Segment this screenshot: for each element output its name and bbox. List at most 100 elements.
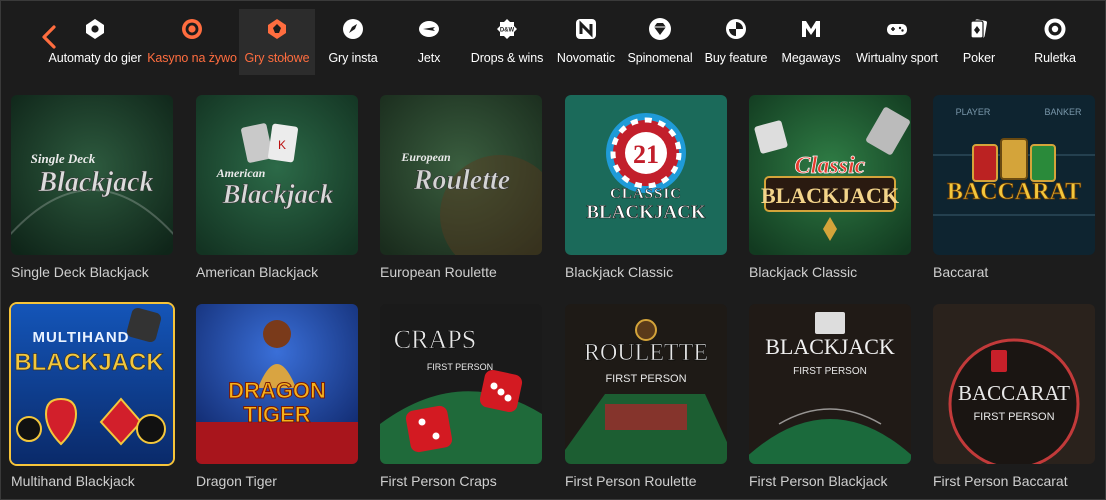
tab-label: Drops & wins bbox=[470, 51, 544, 65]
game-title: Blackjack Classic bbox=[749, 264, 858, 280]
svg-text:CLASSIC: CLASSIC bbox=[610, 186, 682, 202]
svg-text:MULTIHAND: MULTIHAND bbox=[32, 329, 129, 346]
svg-text:Blackjack: Blackjack bbox=[222, 179, 334, 209]
game-artwork: Classic BLACKJACK bbox=[749, 95, 911, 255]
game-thumbnail[interactable]: BLACKJACK FIRST PERSON bbox=[749, 304, 911, 464]
tab-kasyno-na-żywo[interactable]: Kasyno na żywo bbox=[145, 9, 239, 75]
game-artwork: MULTIHAND BLACKJACK bbox=[11, 304, 173, 464]
tab-label: Megaways bbox=[781, 51, 841, 65]
game-artwork: EuropeanRoulette bbox=[380, 95, 542, 255]
rocket-icon bbox=[341, 17, 365, 41]
svg-text:BACCARAT: BACCARAT bbox=[958, 381, 1070, 405]
table-games-icon bbox=[265, 17, 289, 41]
game-title: First Person Blackjack bbox=[749, 473, 888, 489]
megaways-icon bbox=[799, 17, 823, 41]
tab-automaty-do-gier[interactable]: Automaty do gier bbox=[45, 9, 145, 75]
tab-jetx[interactable]: Jetx bbox=[391, 9, 467, 75]
game-thumbnail[interactable]: PLAYER BANKER BACCARAT bbox=[933, 95, 1095, 255]
game-card[interactable]: BLACKJACK FIRST PERSON First Person Blackj… bbox=[749, 304, 911, 489]
svg-text:FIRST PERSON: FIRST PERSON bbox=[793, 366, 867, 377]
game-artwork: ROULETTE FIRST PERSON bbox=[565, 304, 727, 464]
game-thumbnail[interactable]: 21 CLASSIC BLACKJACK bbox=[565, 95, 727, 255]
svg-text:ROULETTE: ROULETTE bbox=[584, 340, 708, 366]
game-thumbnail[interactable]: DRAGON TIGER bbox=[196, 304, 358, 464]
tab-spinomenal[interactable]: Spinomenal bbox=[625, 9, 695, 75]
game-title: Blackjack Classic bbox=[565, 264, 674, 280]
svg-text:Blackjack: Blackjack bbox=[37, 167, 153, 198]
category-tabs: Automaty do gier Kasyno na żywo Gry stołow… bbox=[45, 9, 1105, 75]
game-card[interactable]: PLAYER BANKER BACCARAT Baccarat bbox=[933, 95, 1095, 280]
roulette-wheel-icon bbox=[1043, 17, 1067, 41]
game-artwork: PLAYER BANKER BACCARAT bbox=[933, 95, 1095, 255]
game-thumbnail[interactable]: Single Deck Blackjack bbox=[11, 95, 173, 255]
svg-text:BLACKJACK: BLACKJACK bbox=[765, 334, 895, 359]
game-card[interactable]: Single Deck Blackjack Single Deck Blackjac… bbox=[11, 95, 173, 280]
tab-poker[interactable]: Poker bbox=[949, 9, 1009, 75]
tab-ruletka[interactable]: Ruletka bbox=[1009, 9, 1101, 75]
game-artwork: CRAPS FIRST PERSON bbox=[380, 304, 542, 464]
tab-label: Jetx bbox=[417, 51, 441, 65]
tab-drops-wins[interactable]: D&W Drops & wins bbox=[467, 9, 547, 75]
live-casino-icon bbox=[180, 17, 204, 41]
game-thumbnail[interactable]: BACCARAT FIRST PERSON bbox=[933, 304, 1095, 464]
tab-label: Gry stołowe bbox=[244, 51, 310, 65]
game-title: Multihand Blackjack bbox=[11, 473, 135, 489]
svg-text:CRAPS: CRAPS bbox=[394, 325, 476, 354]
game-artwork: BLACKJACK FIRST PERSON bbox=[749, 304, 911, 464]
game-thumbnail[interactable]: K American Blackjack bbox=[196, 95, 358, 255]
game-card[interactable]: Classic BLACKJACK Blackjack Classic bbox=[749, 95, 911, 280]
tab-buy-feature[interactable]: Buy feature bbox=[695, 9, 777, 75]
svg-text:TIGER: TIGER bbox=[243, 402, 310, 427]
tab-label: Kasyno na żywo bbox=[147, 51, 237, 65]
game-title: Baccarat bbox=[933, 264, 989, 280]
svg-text:21: 21 bbox=[633, 140, 659, 169]
game-card[interactable]: MULTIHAND BLACKJACK Multihand Blackjack bbox=[11, 304, 173, 489]
game-card[interactable]: European Roulette European Roulette bbox=[380, 95, 542, 280]
game-thumbnail[interactable]: CRAPS FIRST PERSON bbox=[380, 304, 542, 464]
tab-wirtualny-sport[interactable]: Wirtualny sport bbox=[845, 9, 949, 75]
svg-text:FIRST PERSON: FIRST PERSON bbox=[605, 373, 686, 385]
svg-text:American: American bbox=[216, 166, 266, 180]
svg-text:BLACKJACK: BLACKJACK bbox=[14, 349, 164, 376]
novomatic-icon bbox=[574, 17, 598, 41]
svg-text:BLACKJACK: BLACKJACK bbox=[586, 202, 706, 223]
svg-text:BANKER: BANKER bbox=[1044, 107, 1082, 117]
game-title: European Roulette bbox=[380, 264, 497, 280]
tab-megaways[interactable]: Megaways bbox=[777, 9, 845, 75]
tab-label: Buy feature bbox=[704, 51, 768, 65]
game-thumbnail[interactable]: MULTIHAND BLACKJACK bbox=[11, 304, 173, 464]
drops-wins-icon: D&W bbox=[495, 17, 519, 41]
slot-machine-icon bbox=[83, 17, 107, 41]
game-card[interactable]: CRAPS FIRST PERSON First Person Craps bbox=[380, 304, 542, 489]
game-title: First Person Roulette bbox=[565, 473, 697, 489]
tab-label: Gry insta bbox=[328, 51, 378, 65]
game-card[interactable]: K American Blackjack American Blackjack bbox=[196, 95, 358, 280]
tab-novomatic[interactable]: Novomatic bbox=[547, 9, 625, 75]
game-title: First Person Baccarat bbox=[933, 473, 1068, 489]
svg-text:D&W: D&W bbox=[500, 28, 515, 34]
svg-text:European: European bbox=[400, 150, 451, 164]
game-artwork: 21 CLASSICBLACKJACK bbox=[565, 95, 727, 255]
game-title: American Blackjack bbox=[196, 264, 319, 280]
diamond-icon bbox=[648, 17, 672, 41]
game-card[interactable]: 21 CLASSIC BLACKJACK Blackjack Classic bbox=[565, 95, 727, 280]
tab-gry-insta[interactable]: Gry insta bbox=[315, 9, 391, 75]
game-artwork: BACCARAT FIRST PERSON bbox=[933, 304, 1095, 464]
svg-text:FIRST PERSON: FIRST PERSON bbox=[427, 362, 493, 372]
jet-icon bbox=[417, 17, 441, 41]
game-card[interactable]: BACCARAT FIRST PERSON First Person Baccara… bbox=[933, 304, 1095, 489]
game-card[interactable]: ROULETTE FIRST PERSON First Person Roulett… bbox=[565, 304, 727, 489]
game-thumbnail[interactable]: European Roulette bbox=[380, 95, 542, 255]
category-nav: Automaty do gier Kasyno na żywo Gry stołow… bbox=[1, 1, 1105, 81]
game-thumbnail[interactable]: Classic BLACKJACK bbox=[749, 95, 911, 255]
tab-gry-stołowe[interactable]: Gry stołowe bbox=[239, 9, 315, 75]
cards-icon bbox=[967, 17, 991, 41]
svg-text:Single Deck: Single Deck bbox=[31, 151, 96, 166]
game-artwork: Single DeckBlackjack bbox=[11, 95, 173, 255]
gamepad-icon bbox=[885, 17, 909, 41]
game-card[interactable]: DRAGON TIGER Dragon Tiger bbox=[196, 304, 358, 489]
game-thumbnail[interactable]: ROULETTE FIRST PERSON bbox=[565, 304, 727, 464]
tab-label: Wirtualny sport bbox=[856, 51, 938, 65]
svg-text:PLAYER: PLAYER bbox=[956, 107, 991, 117]
tab-label: Spinomenal bbox=[627, 51, 693, 65]
